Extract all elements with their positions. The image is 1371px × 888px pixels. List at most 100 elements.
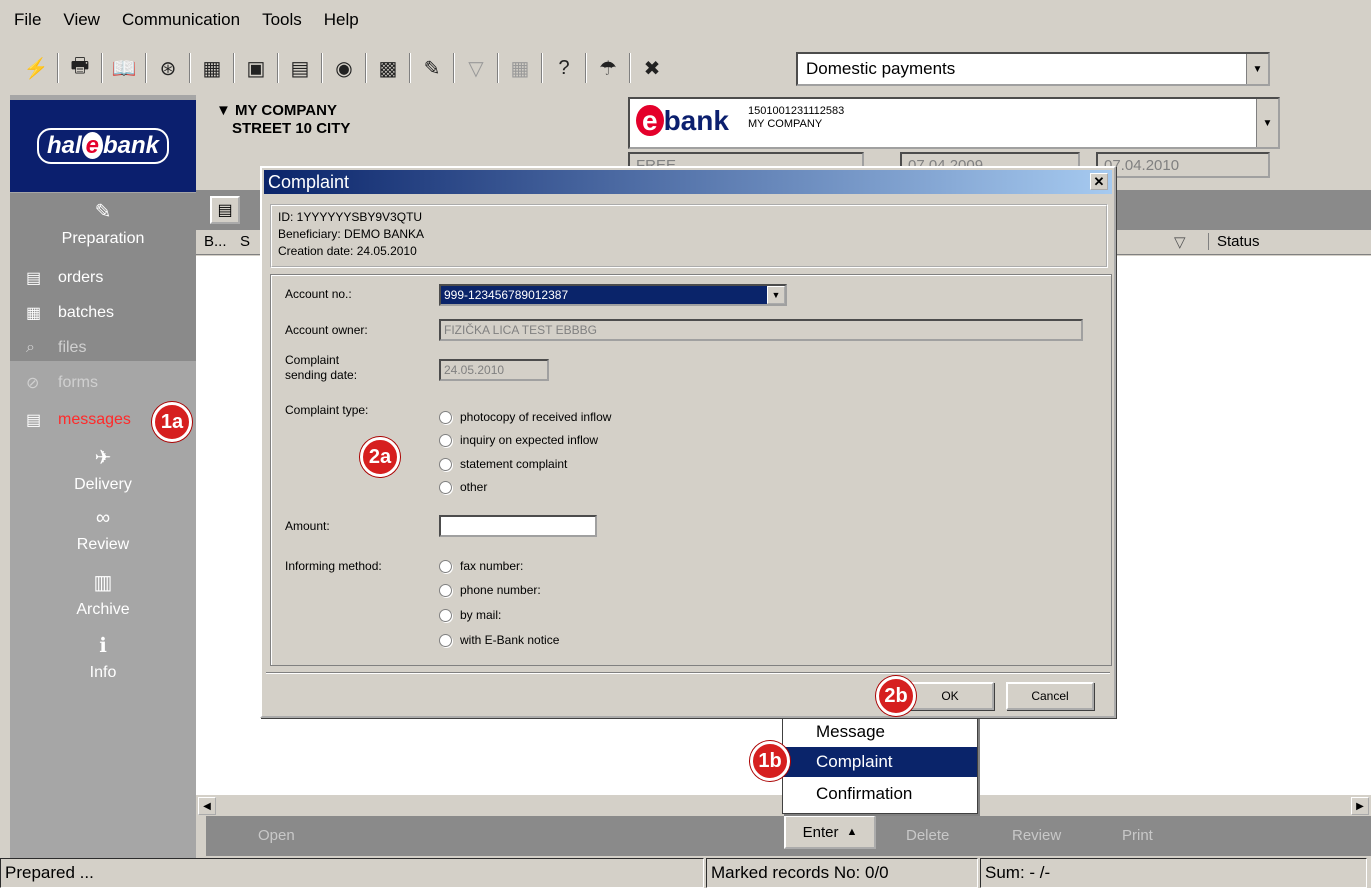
creation-date: Creation date: 24.05.2010 [278,244,417,258]
ok-button[interactable]: OK [906,682,994,710]
open-button[interactable]: Open [258,827,295,844]
menu-view[interactable]: View [63,10,100,30]
sidebar-item-files[interactable]: ⌕ files [10,333,196,363]
cancel-button[interactable]: Cancel [1006,682,1094,710]
sending-date-label-1: Complaint [285,353,340,367]
logo-text: hal e bank [36,128,170,164]
lightning-icon[interactable]: ⚡ [18,50,54,86]
nav-info[interactable]: ℹ Info [10,633,196,682]
type-radio-inquiry[interactable]: inquiry on expected inflow [439,433,598,447]
inform-radio-phone[interactable]: phone number: [439,583,541,597]
inform-radio-fax[interactable]: fax number: [439,559,523,573]
money-icon[interactable]: ◉ [326,50,362,86]
type-radio-photocopy[interactable]: photocopy of received inflow [439,410,611,424]
form-icon[interactable]: ▤ [282,50,318,86]
orders-icon: ▤ [26,270,42,287]
radio-button[interactable] [439,608,452,622]
chevron-down-icon[interactable]: ▼ [1256,99,1278,147]
new-document-icon[interactable]: ▤ [210,196,240,224]
annotation-badge-1b: 1b [750,741,790,781]
payment-type-select[interactable]: Domestic payments ▼ [796,52,1270,86]
radio-button[interactable] [439,457,452,471]
globe-icon[interactable]: ⊛ [150,50,186,86]
enter-button[interactable]: Enter ▲ [784,815,876,849]
complaint-id: ID: 1YYYYYYSBY9V3QTU [278,210,423,224]
toolbar-separator [101,53,103,83]
menu-help[interactable]: Help [324,10,359,30]
notepad-icon: ✎ [94,201,112,223]
sidebar-item-label: files [58,339,87,356]
company-header[interactable]: ▼ MY COMPANY STREET 10 CITY [216,102,350,138]
nav-delivery-label: Delivery [74,476,132,493]
sidebar-item-orders[interactable]: ▤ orders [10,263,196,293]
nav-preparation[interactable]: ✎ Preparation [10,199,196,248]
help-icon[interactable]: ? [546,50,582,86]
account-no-select[interactable]: 999-123456789012387 ▼ [439,284,787,306]
account-no-value: 999-123456789012387 [444,288,569,302]
account-select[interactable]: e bank 1501001231112583 MY COMPANY ▼ [628,97,1280,149]
dialog-titlebar[interactable]: Complaint ✕ [264,170,1112,194]
scroll-left-icon[interactable]: ◀ [198,797,216,815]
amount-field[interactable] [439,515,597,537]
chevron-down-icon[interactable]: ▼ [1246,54,1268,84]
scroll-right-icon[interactable]: ▶ [1351,797,1369,815]
review-button[interactable]: Review [1012,827,1061,844]
radio-label: fax number: [460,559,524,573]
toolbar-separator [497,53,499,83]
column-status[interactable]: Status [1208,233,1260,250]
edit-icon[interactable]: ✎ [414,50,450,86]
binary-icon[interactable]: ▦ [194,50,230,86]
menu-item-complaint[interactable]: Complaint [783,747,977,777]
chevron-down-icon[interactable]: ▼ [767,286,785,304]
column-b[interactable]: B... [204,233,227,250]
menu-communication[interactable]: Communication [122,10,240,30]
column-s[interactable]: S [240,233,250,250]
toolbar-separator [57,53,59,83]
delete-button[interactable]: Delete [906,827,949,844]
complaint-form: Account no.: 999-123456789012387 ▼ Accou… [270,274,1112,666]
status-text: Prepared ... [0,858,704,888]
inform-radio-ebank-notice[interactable]: with E-Bank notice [439,633,559,647]
calculator-icon[interactable]: ▦ [502,50,538,86]
dialog-divider [266,672,1110,674]
radio-button[interactable] [439,583,452,597]
type-radio-other[interactable]: other [439,480,487,494]
type-radio-statement[interactable]: statement complaint [439,457,567,471]
radio-button[interactable] [439,480,452,494]
sidebar-item-batches[interactable]: ▦ batches [10,298,196,328]
sort-icon[interactable]: ▽ [1174,233,1186,251]
account-owner-label: Account owner: [285,323,368,337]
inform-radio-mail[interactable]: by mail: [439,608,501,622]
radio-button[interactable] [439,559,452,573]
dialog-title: Complaint [268,171,350,192]
nav-archive-label: Archive [76,601,130,618]
logo-pre: hal [46,132,82,159]
toolbar-separator [365,53,367,83]
book-icon[interactable]: 📖 [106,50,142,86]
nav-archive[interactable]: ▥ Archive [10,570,196,619]
date-to-field[interactable]: 07.04.2010 [1096,152,1270,178]
radio-button[interactable] [439,410,452,424]
radio-button[interactable] [439,633,452,647]
sending-date-label-2: sending date: [285,368,358,382]
nav-review[interactable]: ∞ Review [10,507,196,554]
sidebar-item-forms[interactable]: ⊘ forms [10,368,196,398]
radio-button[interactable] [439,433,452,447]
lock-icon[interactable]: ☂ [590,50,626,86]
drum-icon[interactable]: ▩ [370,50,406,86]
annotation-badge-2a: 2a [360,437,400,477]
informing-method-label: Informing method: [285,559,382,573]
close-icon[interactable]: ✕ [1090,173,1108,190]
print-button[interactable]: Print [1122,827,1153,844]
status-bar: Prepared ... Marked records No: 0/0 Sum:… [0,858,1371,888]
menu-item-confirmation[interactable]: Confirmation [783,779,977,809]
printer-icon[interactable]: 🖶 [62,50,98,86]
menu-item-message[interactable]: Message [783,717,977,747]
building-icon[interactable]: ▣ [238,50,274,86]
batches-icon: ▦ [26,305,42,322]
menu-tools[interactable]: Tools [262,10,302,30]
close-icon[interactable]: ✖ [634,50,670,86]
filter-icon[interactable]: ▽ [458,50,494,86]
nav-delivery[interactable]: ✈ Delivery [10,445,196,494]
menu-file[interactable]: File [14,10,41,30]
